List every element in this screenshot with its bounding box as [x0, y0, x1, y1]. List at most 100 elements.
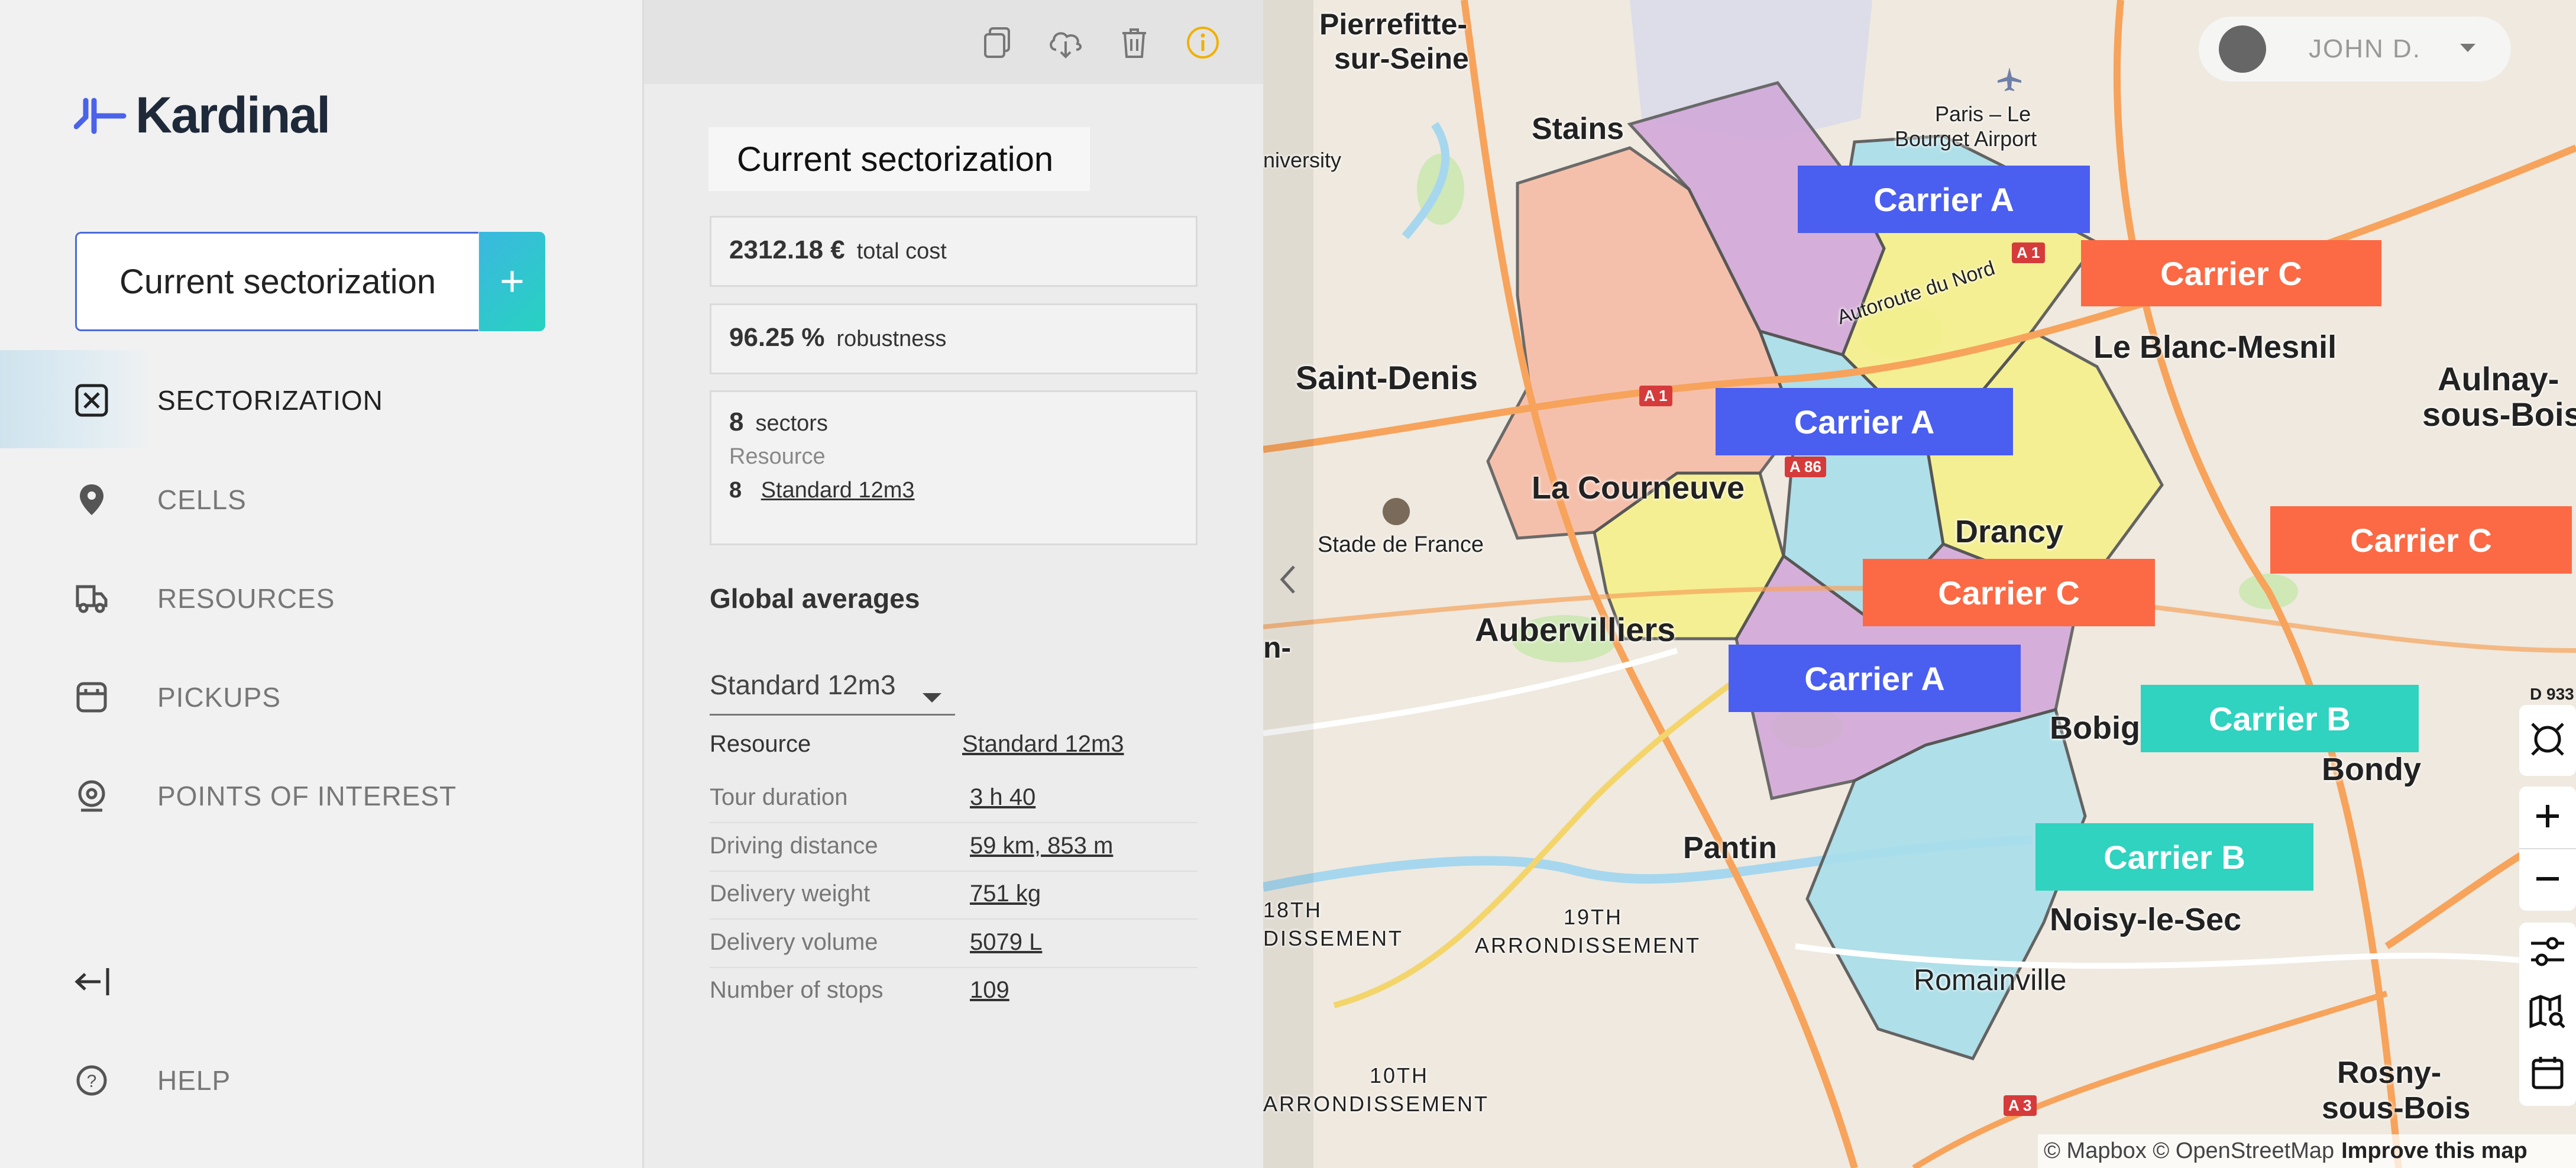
- zoom-out-button[interactable]: [2519, 849, 2576, 911]
- trash-icon[interactable]: [1113, 21, 1156, 64]
- calendar-icon: [2531, 1054, 2564, 1093]
- sidebar-item-label: CELLS: [157, 484, 247, 515]
- map-label: 19TH: [1564, 905, 1623, 929]
- row-value-link[interactable]: 59 km, 853 m: [970, 833, 1113, 859]
- carrier-label-text: Carrier C: [1938, 574, 2080, 611]
- caret-down-icon: [921, 680, 943, 711]
- resource-name-link[interactable]: Standard 12m3: [761, 478, 915, 503]
- road-shield: A 1: [2012, 242, 2045, 263]
- info-icon[interactable]: [1182, 21, 1224, 64]
- sectorization-icon: [72, 381, 111, 420]
- location-pin-icon: [72, 480, 111, 519]
- carrier-label[interactable]: Carrier A: [1729, 645, 2021, 712]
- logo[interactable]: Kardinal: [74, 86, 331, 145]
- resource-count: 8: [729, 478, 742, 503]
- averages-row: Driving distance 59 km, 853 m: [710, 822, 1198, 872]
- map-label: Paris – Le: [1935, 102, 2031, 126]
- averages-row: Delivery volume 5079 L: [710, 918, 1198, 968]
- resource-select[interactable]: Standard 12m3: [710, 665, 955, 716]
- carrier-label[interactable]: Carrier B: [2141, 685, 2419, 752]
- minus-icon: [2533, 864, 2562, 897]
- zoom-in-button[interactable]: [2519, 787, 2576, 849]
- averages-row: Resource Standard 12m3: [710, 720, 1198, 769]
- total-cost-card: 2312.18 € total cost: [710, 216, 1198, 287]
- sectors-value: 8: [729, 407, 744, 436]
- map-label: Stains: [1532, 112, 1624, 146]
- chevron-left-icon[interactable]: [1276, 562, 1300, 600]
- copy-icon[interactable]: [976, 21, 1018, 64]
- resource-heading: Resource: [729, 444, 826, 469]
- calendar-button[interactable]: [2519, 1043, 2576, 1104]
- map-attribution: © Mapbox © OpenStreetMap Improve this ma…: [2038, 1134, 2576, 1168]
- map-label: Rosny-: [2337, 1056, 2442, 1090]
- carrier-label[interactable]: Carrier A: [1798, 166, 2090, 233]
- road-shield: A 1: [1639, 386, 1672, 406]
- sidebar-item-label: RESOURCES: [157, 583, 335, 614]
- road-shield: D 933: [2530, 685, 2574, 703]
- map-label: ARRONDISSEMENT: [1263, 1092, 1490, 1116]
- carrier-label[interactable]: Carrier C: [2081, 240, 2381, 306]
- sidebar-item-sectorization[interactable]: SECTORIZATION: [0, 350, 642, 451]
- row-value-link[interactable]: 5079 L: [970, 929, 1042, 956]
- row-key: Delivery weight: [710, 881, 870, 907]
- map[interactable]: Pierrefitte- sur-Seine Stains Paris – Le…: [1263, 0, 2576, 1168]
- map-label: sur-Seine: [1334, 42, 1469, 75]
- averages-row: Delivery weight 751 kg: [710, 870, 1198, 920]
- carrier-label[interactable]: Carrier A: [1716, 388, 2013, 455]
- sidebar-item-help[interactable]: ? HELP: [0, 1030, 642, 1131]
- plus-icon: [2533, 801, 2562, 834]
- sidebar-item-pickups[interactable]: PICKUPS: [0, 647, 642, 748]
- airport-icon: [1996, 66, 2022, 95]
- map-label: Saint-Denis: [1296, 359, 1478, 396]
- robustness-label: robustness: [836, 326, 947, 351]
- map-label: Drancy: [1955, 514, 2064, 549]
- user-name: JOHN D.: [2309, 34, 2421, 63]
- global-averages-title: Global averages: [710, 583, 920, 614]
- carrier-label-text: Carrier C: [2350, 521, 2492, 559]
- user-menu[interactable]: JOHN D.: [2199, 17, 2511, 82]
- map-label: Pantin: [1683, 831, 1777, 865]
- cloud-download-icon[interactable]: [1044, 21, 1087, 64]
- sidebar-item-points-of-interest[interactable]: POINTS OF INTEREST: [0, 746, 642, 846]
- averages-row: Number of stops 109: [710, 966, 1198, 1015]
- map-label: Pierrefitte-: [1319, 8, 1468, 41]
- add-sectorization-button[interactable]: +: [479, 232, 545, 331]
- map-label: ARRONDISSEMENT: [1475, 933, 1701, 957]
- improve-map-link[interactable]: Improve this map: [2341, 1138, 2528, 1164]
- carrier-label-text: Carrier A: [1794, 403, 1935, 441]
- resource-select-value: Standard 12m3: [710, 669, 896, 700]
- map-search-button[interactable]: [2519, 983, 2576, 1043]
- map-label: n-: [1263, 631, 1292, 664]
- row-value-link[interactable]: 109: [970, 977, 1009, 1004]
- sidebar-item-label: PICKUPS: [157, 682, 281, 713]
- panel-title: Current sectorization: [708, 127, 1090, 191]
- sidebar-item-cells[interactable]: CELLS: [0, 449, 642, 550]
- map-label: Stade de France: [1318, 532, 1484, 557]
- map-label: sous-Bois: [2422, 396, 2576, 433]
- filters-button[interactable]: [2519, 923, 2576, 983]
- sectors-label: sectors: [755, 411, 828, 436]
- zoom-controls: [2519, 787, 2576, 911]
- avatar: [2219, 25, 2266, 73]
- map-label: Romainville: [1914, 963, 2067, 996]
- row-key: Tour duration: [710, 784, 848, 810]
- map-label: La Courneuve: [1532, 470, 1745, 506]
- collapse-left-icon[interactable]: [72, 961, 114, 1002]
- sidebar-item-label: SECTORIZATION: [157, 385, 383, 416]
- row-value-link[interactable]: 3 h 40: [970, 784, 1035, 811]
- carrier-label[interactable]: Carrier C: [1863, 559, 2155, 626]
- row-value-link[interactable]: Standard 12m3: [962, 731, 1124, 758]
- sidebar-item-label: POINTS OF INTEREST: [157, 781, 457, 811]
- sidebar-item-resources[interactable]: RESOURCES: [0, 548, 642, 649]
- road-shield: A 3: [2004, 1095, 2037, 1116]
- svg-text:?: ?: [87, 1072, 97, 1091]
- map-label: Aulnay-: [2438, 360, 2559, 397]
- map-label: 10TH: [1370, 1063, 1429, 1088]
- kardinal-logo-icon: [74, 98, 127, 134]
- recenter-button[interactable]: [2519, 705, 2576, 776]
- row-key: Delivery volume: [710, 929, 878, 955]
- carrier-label[interactable]: Carrier C: [2270, 506, 2572, 574]
- carrier-label[interactable]: Carrier B: [2035, 823, 2313, 891]
- row-value-link[interactable]: 751 kg: [970, 881, 1041, 907]
- sectorization-select[interactable]: Current sectorization: [75, 232, 478, 331]
